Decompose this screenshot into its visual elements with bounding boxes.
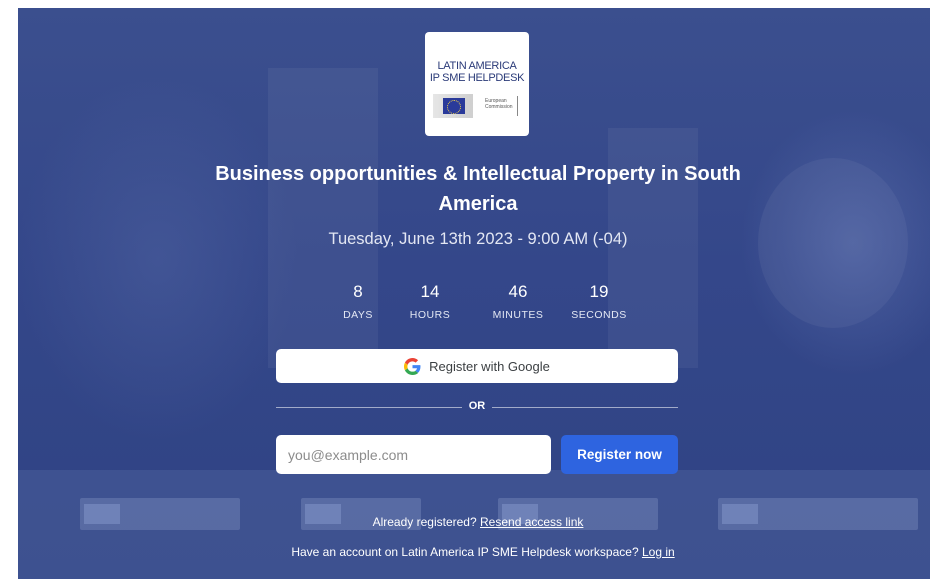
or-label: OR xyxy=(468,400,486,412)
logo-title-line-2: IP SME HELPDESK xyxy=(429,72,525,84)
register-with-google-button[interactable]: Register with Google xyxy=(276,349,678,383)
countdown-hours: 14 HOURS xyxy=(405,282,455,321)
login-link[interactable]: Log in xyxy=(642,545,675,559)
ec-logo-text: European Commission xyxy=(485,98,513,110)
countdown-hours-value: 14 xyxy=(420,282,440,301)
eu-stars-icon xyxy=(447,100,461,114)
countdown-minutes-value: 46 xyxy=(508,282,528,301)
countdown-seconds-value: 19 xyxy=(589,282,609,301)
workspace-login-text: Have an account on Latin America IP SME … xyxy=(273,543,693,562)
divider-line-left xyxy=(276,407,462,408)
event-title: Business opportunities & Intellectual Pr… xyxy=(215,163,741,215)
workspace-account-label: Have an account on Latin America IP SME … xyxy=(291,545,639,559)
european-commission-logo: European Commission xyxy=(433,94,521,120)
countdown-hours-label: HOURS xyxy=(409,309,451,321)
countdown-days-value: 8 xyxy=(353,282,363,301)
google-icon xyxy=(404,357,421,375)
divider-line-right xyxy=(492,407,678,408)
countdown-timer: 8 DAYS 14 HOURS 46 MINUTES 19 SECONDS xyxy=(328,282,628,326)
event-date: Tuesday, June 13th 2023 - 9:00 AM (-04) xyxy=(328,230,628,248)
already-registered-label: Already registered? xyxy=(372,515,477,529)
countdown-days-label: DAYS xyxy=(343,309,373,321)
countdown-minutes: 46 MINUTES xyxy=(483,282,553,321)
organizer-logo: LATIN AMERICA IP SME HELPDESK European C… xyxy=(425,32,529,136)
email-input[interactable] xyxy=(276,435,551,474)
logo-title-line-1: LATIN AMERICA xyxy=(437,60,517,72)
register-now-button[interactable]: Register now xyxy=(561,435,678,474)
countdown-minutes-label: MINUTES xyxy=(492,309,544,321)
register-with-google-label: Register with Google xyxy=(429,358,550,374)
countdown-seconds: 19 SECONDS xyxy=(564,282,634,321)
event-registration-page: LATIN AMERICA IP SME HELPDESK European C… xyxy=(18,8,930,579)
ec-text-line-2: Commission xyxy=(485,104,513,110)
ec-divider xyxy=(517,96,518,116)
countdown-days: 8 DAYS xyxy=(343,282,373,321)
background-lightbulb xyxy=(758,158,908,328)
or-divider: OR xyxy=(276,400,678,414)
resend-access-link[interactable]: Resend access link xyxy=(480,515,583,529)
countdown-seconds-label: SECONDS xyxy=(571,309,627,321)
already-registered-text: Already registered? Resend access link xyxy=(178,515,778,529)
